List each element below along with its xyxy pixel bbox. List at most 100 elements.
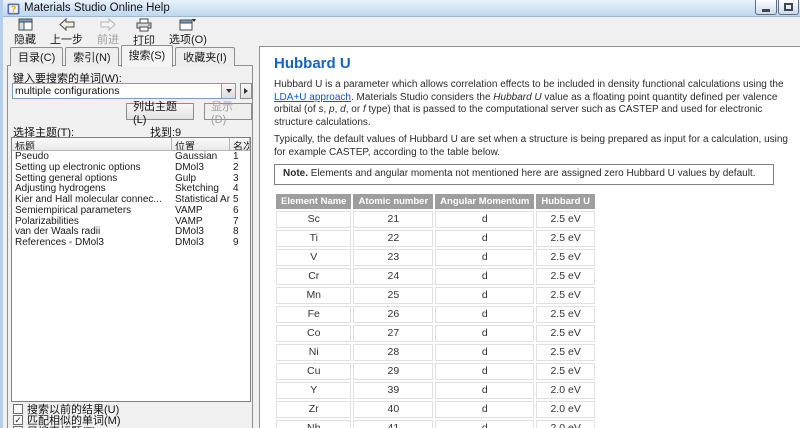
table-cell: 28 bbox=[353, 343, 434, 361]
table-cell: Cu bbox=[276, 362, 352, 380]
topic-row[interactable]: Semiempirical parameters VAMP 6 bbox=[12, 205, 250, 216]
table-cell: d bbox=[435, 248, 535, 266]
paragraph-text: Hubbard U bbox=[493, 91, 542, 103]
topic-row[interactable]: Polarizabilities VAMP 7 bbox=[12, 216, 250, 227]
back-button-label: 上一步 bbox=[50, 34, 83, 46]
topic-content: Hubbard U Hubbard U is a parameter which… bbox=[259, 46, 800, 428]
table-cell: V bbox=[276, 248, 352, 266]
tab-search[interactable]: 搜索(S) bbox=[120, 45, 174, 67]
search-combo[interactable]: multiple configurations bbox=[12, 83, 236, 99]
table-cell: Ni bbox=[276, 343, 352, 361]
table-cell: 40 bbox=[353, 400, 434, 418]
topic-cell: Setting up electronic options bbox=[15, 161, 141, 173]
topic-list-body: Pseudo Gaussian 1 Setting up electronic opt… bbox=[12, 151, 250, 248]
topic-cell: Gaussian bbox=[175, 150, 218, 162]
topic-cell: DMol3 bbox=[175, 226, 204, 238]
table-cell: 26 bbox=[353, 305, 434, 323]
table-cell: 2.5 eV bbox=[536, 343, 595, 361]
table-cell: 41 bbox=[353, 419, 434, 428]
topic-row[interactable]: van der Waals radii DMol3 8 bbox=[12, 226, 250, 238]
table-cell: d bbox=[435, 381, 535, 399]
display-button: 显示(D) bbox=[204, 101, 252, 126]
table-row: Ni 28 d 2.5 eV bbox=[276, 343, 595, 361]
table-cell: 29 bbox=[353, 362, 434, 380]
topic-row[interactable]: Pseudo Gaussian 1 bbox=[12, 151, 250, 162]
table-cell: d bbox=[435, 324, 535, 342]
column-header-location[interactable]: 位置 bbox=[172, 138, 230, 151]
topic-row[interactable]: References - DMol3 DMol3 9 bbox=[12, 237, 250, 248]
forward-arrow-icon bbox=[100, 18, 116, 31]
topic-row[interactable]: Setting general options Gulp 3 bbox=[12, 173, 250, 184]
table-cell: 2.5 eV bbox=[536, 305, 595, 323]
printer-icon bbox=[136, 18, 152, 32]
checkbox-icon bbox=[13, 403, 23, 414]
table-cell: d bbox=[435, 210, 535, 228]
tab-favorites[interactable]: 收藏夹(I) bbox=[175, 47, 235, 66]
table-row: Sc 21 d 2.5 eV bbox=[276, 210, 595, 228]
tab-contents[interactable]: 目录(C) bbox=[10, 47, 64, 66]
topic-cell: 7 bbox=[233, 215, 239, 227]
table-cell: 39 bbox=[353, 381, 434, 399]
topic-cell: DMol3 bbox=[175, 161, 204, 173]
table-row: Fe 26 d 2.5 eV bbox=[276, 305, 595, 323]
toolbar: 隐藏 上一步 前进 打印 选项(O) bbox=[3, 18, 800, 47]
table-cell: d bbox=[435, 229, 535, 247]
table-cell: 24 bbox=[353, 267, 434, 285]
table-cell: 2.5 eV bbox=[536, 210, 595, 228]
table-column-header: Angular Momentum bbox=[435, 193, 535, 209]
table-cell: Nb bbox=[276, 419, 352, 428]
topic-cell: Setting general options bbox=[15, 172, 118, 184]
table-cell: 2.0 eV bbox=[536, 400, 595, 418]
table-cell: d bbox=[435, 286, 535, 304]
topic-row[interactable]: Adjusting hydrogens Sketching 4 bbox=[12, 183, 250, 194]
svg-text:?: ? bbox=[11, 4, 17, 14]
table-cell: Co bbox=[276, 324, 352, 342]
combo-dropdown-button[interactable] bbox=[221, 84, 235, 98]
table-cell: 23 bbox=[353, 248, 434, 266]
table-header-row: Element Name Atomic number Angular Momentu… bbox=[276, 193, 595, 209]
table-cell: Ti bbox=[276, 229, 352, 247]
paragraph-text: Hubbard U is a parameter which allows co… bbox=[274, 79, 784, 90]
page-title: Hubbard U bbox=[274, 55, 351, 72]
note-box: Note. Elements and angular momenta not m… bbox=[274, 164, 774, 185]
options-icon bbox=[179, 18, 197, 31]
note-text: Elements and angular momenta not mention… bbox=[308, 168, 756, 179]
list-topics-button[interactable]: 列出主题(L) bbox=[126, 101, 194, 126]
topic-cell: Pseudo bbox=[15, 150, 49, 162]
note-label: Note. bbox=[283, 168, 308, 179]
topic-list-header: 标题 位置 名次 bbox=[12, 138, 250, 151]
forward-button: 前进 bbox=[90, 18, 126, 46]
table-cell: 27 bbox=[353, 324, 434, 342]
lda-u-approach-link[interactable]: LDA+U approach bbox=[274, 92, 351, 103]
maximize-button[interactable] bbox=[778, 0, 799, 15]
topic-cell: Semiempirical parameters bbox=[15, 204, 132, 216]
table-cell: 2.5 eV bbox=[536, 286, 595, 304]
forward-button-label: 前进 bbox=[97, 34, 119, 46]
topic-row[interactable]: Setting up electronic options DMol3 2 bbox=[12, 162, 250, 173]
table-cell: Y bbox=[276, 381, 352, 399]
table-cell: Mn bbox=[276, 286, 352, 304]
table-column-header: Element Name bbox=[276, 193, 352, 209]
column-header-rank[interactable]: 名次 bbox=[230, 138, 250, 151]
topic-cell: 9 bbox=[233, 237, 239, 249]
column-header-title[interactable]: 标题 bbox=[12, 138, 172, 151]
minimize-button[interactable] bbox=[755, 0, 777, 15]
hide-button[interactable]: 隐藏 bbox=[7, 18, 43, 46]
topic-cell: VAMP bbox=[175, 204, 203, 216]
topic-cell: Polarizabilities bbox=[15, 215, 79, 227]
topic-cell: 8 bbox=[233, 226, 239, 238]
titlebar: ? Materials Studio Online Help bbox=[3, 0, 800, 17]
topic-cell: 2 bbox=[233, 161, 239, 173]
back-button[interactable]: 上一步 bbox=[43, 18, 90, 46]
topic-row[interactable]: Kier and Hall molecular connec... Statist… bbox=[12, 194, 250, 205]
table-row: Y 39 d 2.0 eV bbox=[276, 381, 595, 399]
options-button[interactable]: 选项(O) bbox=[162, 18, 214, 46]
print-button[interactable]: 打印 bbox=[126, 18, 162, 47]
topic-cell: Gulp bbox=[175, 172, 197, 184]
table-cell: 21 bbox=[353, 210, 434, 228]
topic-list: 标题 位置 名次 PseudoGaussian1Setting up elect… bbox=[11, 137, 251, 402]
topic-cell: van der Waals radii bbox=[15, 226, 101, 238]
topic-cell: 3 bbox=[233, 172, 239, 184]
search-input[interactable]: multiple configurations bbox=[13, 84, 221, 98]
tab-index[interactable]: 索引(N) bbox=[65, 47, 119, 66]
